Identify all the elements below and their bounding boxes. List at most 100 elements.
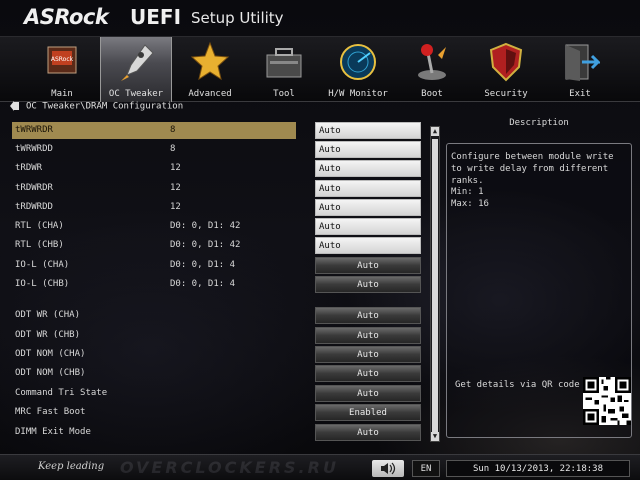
setting-input[interactable]: Auto <box>315 424 421 441</box>
selection-highlight <box>12 122 296 139</box>
nav-tab-hw-monitor[interactable]: H/W Monitor <box>322 37 394 102</box>
speaker-icon <box>381 462 396 475</box>
setting-current-value: D0: 0, D1: 4 <box>170 279 236 289</box>
description-min: Min: 1 <box>451 187 484 197</box>
setting-row-odt-nom-cha[interactable]: ODT NOM (CHA) Auto <box>12 346 430 363</box>
svg-text:ASRock: ASRock <box>51 56 74 63</box>
setting-row-twrwrdr[interactable]: tWRWRDR 8 Auto <box>12 122 430 139</box>
setting-current-value: 12 <box>170 202 181 212</box>
nav-tab-tool[interactable]: Tool <box>248 37 320 102</box>
setting-row-dimm-exit-mode[interactable]: DIMM Exit Mode Auto <box>12 424 430 441</box>
setting-input[interactable]: Auto <box>315 122 421 139</box>
setting-current-value: 8 <box>170 125 176 135</box>
nav-tab-security[interactable]: Security <box>470 37 542 102</box>
toolbox-icon <box>266 48 302 78</box>
language-button[interactable]: EN <box>412 460 440 477</box>
nav-label-security: Security <box>484 89 528 99</box>
breadcrumb-path: OC Tweaker\DRAM Configuration <box>26 101 184 112</box>
setting-label: ODT WR (CHB) <box>15 330 81 340</box>
setting-row-trdwrdd[interactable]: tRDWRDD 12 Auto <box>12 199 430 216</box>
setting-label: tWRWRDD <box>15 144 53 154</box>
setting-input[interactable]: Auto <box>315 160 421 177</box>
qr-label: Get details via QR code <box>455 380 580 390</box>
setting-row-mrc-fast-boot[interactable]: MRC Fast Boot Enabled <box>12 404 430 421</box>
footer-bar: Keep leading OVERCLOCKERS.RU EN Sun 10/1… <box>0 454 640 480</box>
settings-scrollbar[interactable]: ▲ ▼ <box>430 126 440 442</box>
nav-tab-boot[interactable]: Boot <box>396 37 468 102</box>
nav-label-exit: Exit <box>569 89 591 99</box>
setting-current-value: 12 <box>170 163 181 173</box>
nav-tab-main[interactable]: ASRock Main <box>26 37 98 102</box>
setting-row-odt-nom-chb[interactable]: ODT NOM (CHB) Auto <box>12 365 430 382</box>
exit-door-icon <box>565 44 600 81</box>
qr-code-icon[interactable] <box>583 377 631 425</box>
joystick-icon <box>418 44 446 80</box>
setting-input[interactable]: Auto <box>315 346 421 363</box>
description-text: Configure between module write to write … <box>451 152 614 186</box>
scrollbar-thumb[interactable] <box>432 139 438 439</box>
shield-icon <box>489 42 523 82</box>
uefi-title: UEFI <box>130 5 182 29</box>
setting-row-rtl-cha[interactable]: RTL (CHA) D0: 0, D1: 42 Auto <box>12 218 430 235</box>
setting-row-io-l-cha[interactable]: IO-L (CHA) D0: 0, D1: 4 Auto <box>12 257 430 274</box>
setting-row-twrwrdd[interactable]: tWRWRDD 8 Auto <box>12 141 430 158</box>
setting-label: DIMM Exit Mode <box>15 427 91 437</box>
scroll-down-arrow-icon[interactable]: ▼ <box>431 432 439 441</box>
setting-input[interactable]: Auto <box>315 276 421 293</box>
sound-button[interactable] <box>372 460 404 477</box>
setting-label: IO-L (CHB) <box>15 279 70 289</box>
setting-input[interactable]: Auto <box>315 327 421 344</box>
setting-input[interactable]: Auto <box>315 365 421 382</box>
setting-input[interactable]: Auto <box>315 180 421 197</box>
nav-label-advanced: Advanced <box>188 89 232 99</box>
setting-label: tRDWRDD <box>15 202 53 212</box>
nav-label-main: Main <box>51 89 73 99</box>
nav-tab-oc-tweaker[interactable]: OC Tweaker <box>100 37 172 102</box>
setting-input[interactable]: Auto <box>315 257 421 274</box>
nav-tab-advanced[interactable]: Advanced <box>174 37 246 102</box>
setting-label: tRDWRDR <box>15 183 53 193</box>
setting-current-value: D0: 0, D1: 42 <box>170 221 241 231</box>
setting-label: IO-L (CHA) <box>15 260 70 270</box>
setting-row-trdwr[interactable]: tRDWR 12 Auto <box>12 160 430 177</box>
setting-label: ODT NOM (CHA) <box>15 349 86 359</box>
description-max: Max: 16 <box>451 199 489 209</box>
setting-input[interactable]: Enabled <box>315 404 421 421</box>
setting-current-value: 12 <box>170 183 181 193</box>
setting-label: tRDWR <box>15 163 43 173</box>
breadcrumb[interactable]: OC Tweaker\DRAM Configuration <box>10 101 183 115</box>
radar-icon <box>340 44 376 80</box>
rocket-icon <box>121 44 154 81</box>
setting-row-odt-wr-chb[interactable]: ODT WR (CHB) Auto <box>12 327 430 344</box>
setting-row-trdwrdr[interactable]: tRDWRDR 12 Auto <box>12 180 430 197</box>
setting-row-odt-wr-cha[interactable]: ODT WR (CHA) Auto <box>12 307 430 324</box>
setting-input[interactable]: Auto <box>315 141 421 158</box>
main-icon: ASRock <box>47 46 77 74</box>
scroll-up-arrow-icon[interactable]: ▲ <box>431 127 439 136</box>
setting-input[interactable]: Auto <box>315 218 421 235</box>
setting-label: tWRWRDR <box>15 125 53 135</box>
nav-label-boot: Boot <box>421 89 443 99</box>
setup-utility-title: Setup Utility <box>191 9 284 27</box>
setting-input[interactable]: Auto <box>315 199 421 216</box>
setting-current-value: D0: 0, D1: 4 <box>170 260 236 270</box>
nav-label-tool: Tool <box>273 89 295 99</box>
tagline: Keep leading <box>38 461 105 472</box>
setting-label: RTL (CHA) <box>15 221 64 231</box>
nav-label-hw-monitor: H/W Monitor <box>328 89 388 99</box>
setting-row-io-l-chb[interactable]: IO-L (CHB) D0: 0, D1: 4 Auto <box>12 276 430 293</box>
description-title: Description <box>509 118 569 128</box>
back-arrow-icon[interactable] <box>10 101 20 111</box>
main-navigation: ASRock Main OC Tweaker Advanced Tool H/W <box>0 36 640 102</box>
setting-input[interactable]: Auto <box>315 307 421 324</box>
system-datetime: Sun 10/13/2013, 22:18:38 <box>446 460 630 477</box>
nav-tab-exit[interactable]: Exit <box>544 37 616 102</box>
setting-row-command-tri-state[interactable]: Command Tri State Auto <box>12 385 430 402</box>
nav-label-oc-tweaker: OC Tweaker <box>108 89 164 99</box>
setting-label: Command Tri State <box>15 388 108 398</box>
setting-row-rtl-chb[interactable]: RTL (CHB) D0: 0, D1: 42 Auto <box>12 237 430 254</box>
setting-input[interactable]: Auto <box>315 385 421 402</box>
header: ASRock UEFI Setup Utility <box>0 0 640 36</box>
description-panel: Configure between module write to write … <box>446 143 632 438</box>
setting-input[interactable]: Auto <box>315 237 421 254</box>
